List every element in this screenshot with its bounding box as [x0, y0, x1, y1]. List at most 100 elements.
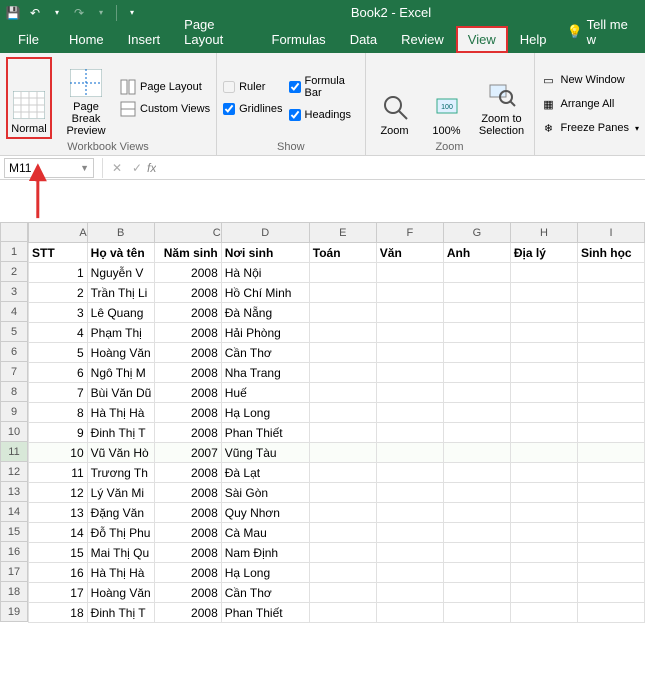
cell[interactable]: Nha Trang: [221, 363, 309, 383]
cell[interactable]: [510, 523, 577, 543]
cell[interactable]: 2007: [154, 443, 221, 463]
cell[interactable]: Ngô Thị M: [87, 363, 154, 383]
column-header[interactable]: A: [29, 223, 88, 243]
cell[interactable]: 2008: [154, 423, 221, 443]
row-header[interactable]: 7: [0, 362, 28, 382]
cell[interactable]: 16: [29, 563, 88, 583]
fx-icon[interactable]: fx: [147, 161, 156, 175]
cell[interactable]: [577, 523, 644, 543]
row-header[interactable]: 5: [0, 322, 28, 342]
cell[interactable]: [309, 463, 376, 483]
cell[interactable]: [376, 563, 443, 583]
cell[interactable]: 9: [29, 423, 88, 443]
cell[interactable]: Cần Thơ: [221, 343, 309, 363]
cell[interactable]: [510, 363, 577, 383]
cell[interactable]: [577, 443, 644, 463]
redo-icon[interactable]: ↷: [70, 4, 88, 22]
cell[interactable]: [376, 543, 443, 563]
cell[interactable]: [376, 283, 443, 303]
redo-dropdown-icon[interactable]: ▾: [92, 4, 110, 22]
column-header[interactable]: H: [510, 223, 577, 243]
page-break-preview-button[interactable]: Page Break Preview: [58, 57, 114, 139]
cell[interactable]: 2008: [154, 523, 221, 543]
cell[interactable]: [510, 283, 577, 303]
cell[interactable]: [376, 263, 443, 283]
cell[interactable]: [309, 503, 376, 523]
cell[interactable]: [309, 263, 376, 283]
tab-page-layout[interactable]: Page Layout: [172, 11, 259, 53]
cell[interactable]: Đà Nẵng: [221, 303, 309, 323]
column-header[interactable]: I: [577, 223, 644, 243]
cell[interactable]: Đỗ Thị Phu: [87, 523, 154, 543]
cell[interactable]: [577, 603, 644, 623]
cell[interactable]: 2008: [154, 283, 221, 303]
cell[interactable]: [309, 443, 376, 463]
formula-bar-checkbox[interactable]: Formula Bar: [289, 75, 359, 99]
cell[interactable]: [376, 463, 443, 483]
page-layout-button[interactable]: Page Layout: [120, 79, 210, 95]
undo-icon[interactable]: ↶: [26, 4, 44, 22]
cell[interactable]: 1: [29, 263, 88, 283]
header-cell[interactable]: Họ và tên: [87, 243, 154, 263]
row-header[interactable]: 10: [0, 422, 28, 442]
cell[interactable]: [376, 583, 443, 603]
cell[interactable]: [376, 343, 443, 363]
cell[interactable]: Đinh Thị T: [87, 603, 154, 623]
row-header[interactable]: 16: [0, 542, 28, 562]
row-header[interactable]: 9: [0, 402, 28, 422]
cell[interactable]: [309, 543, 376, 563]
cell[interactable]: 2008: [154, 463, 221, 483]
name-box-dropdown-icon[interactable]: ▼: [80, 163, 89, 173]
cell[interactable]: [577, 283, 644, 303]
ruler-checkbox[interactable]: Ruler: [223, 81, 282, 93]
header-cell[interactable]: Văn: [376, 243, 443, 263]
tell-me[interactable]: 💡 Tell me w: [558, 11, 639, 53]
cell[interactable]: 5: [29, 343, 88, 363]
cell[interactable]: [443, 363, 510, 383]
cell[interactable]: 2: [29, 283, 88, 303]
tab-review[interactable]: Review: [389, 26, 456, 53]
formula-input[interactable]: [156, 158, 645, 178]
fx-enter-icon[interactable]: ✓: [127, 161, 147, 175]
tab-data[interactable]: Data: [338, 26, 389, 53]
cell[interactable]: [443, 463, 510, 483]
tab-insert[interactable]: Insert: [116, 26, 173, 53]
cell[interactable]: [510, 423, 577, 443]
zoom-selection-button[interactable]: Zoom to Selection: [476, 57, 528, 139]
column-header[interactable]: F: [376, 223, 443, 243]
cell[interactable]: [510, 303, 577, 323]
row-header[interactable]: 3: [0, 282, 28, 302]
cell[interactable]: 4: [29, 323, 88, 343]
row-header[interactable]: 8: [0, 382, 28, 402]
cell[interactable]: [376, 383, 443, 403]
cell[interactable]: Vũng Tàu: [221, 443, 309, 463]
row-header[interactable]: 17: [0, 562, 28, 582]
cell[interactable]: Hoàng Văn: [87, 583, 154, 603]
cell[interactable]: [510, 463, 577, 483]
cell[interactable]: Lê Quang: [87, 303, 154, 323]
tab-home[interactable]: Home: [57, 26, 116, 53]
cell[interactable]: [577, 583, 644, 603]
cell[interactable]: [443, 523, 510, 543]
cell[interactable]: [443, 423, 510, 443]
cell[interactable]: 2008: [154, 303, 221, 323]
cell[interactable]: Huế: [221, 383, 309, 403]
header-cell[interactable]: Nơi sinh: [221, 243, 309, 263]
cell[interactable]: 2008: [154, 483, 221, 503]
cell[interactable]: [577, 563, 644, 583]
fx-cancel-icon[interactable]: ✕: [107, 161, 127, 175]
cell[interactable]: [510, 563, 577, 583]
cell[interactable]: 2008: [154, 343, 221, 363]
cell[interactable]: [577, 323, 644, 343]
cell[interactable]: Trương Th: [87, 463, 154, 483]
freeze-panes-button[interactable]: ❄Freeze Panes▾: [541, 120, 640, 136]
cell[interactable]: 17: [29, 583, 88, 603]
row-header[interactable]: 11: [0, 442, 28, 462]
cell[interactable]: Hoàng Văn: [87, 343, 154, 363]
cell[interactable]: Đà Lạt: [221, 463, 309, 483]
cell[interactable]: [510, 583, 577, 603]
cell[interactable]: Trần Thị Li: [87, 283, 154, 303]
cell[interactable]: [443, 263, 510, 283]
cell[interactable]: [443, 503, 510, 523]
cell[interactable]: [376, 363, 443, 383]
